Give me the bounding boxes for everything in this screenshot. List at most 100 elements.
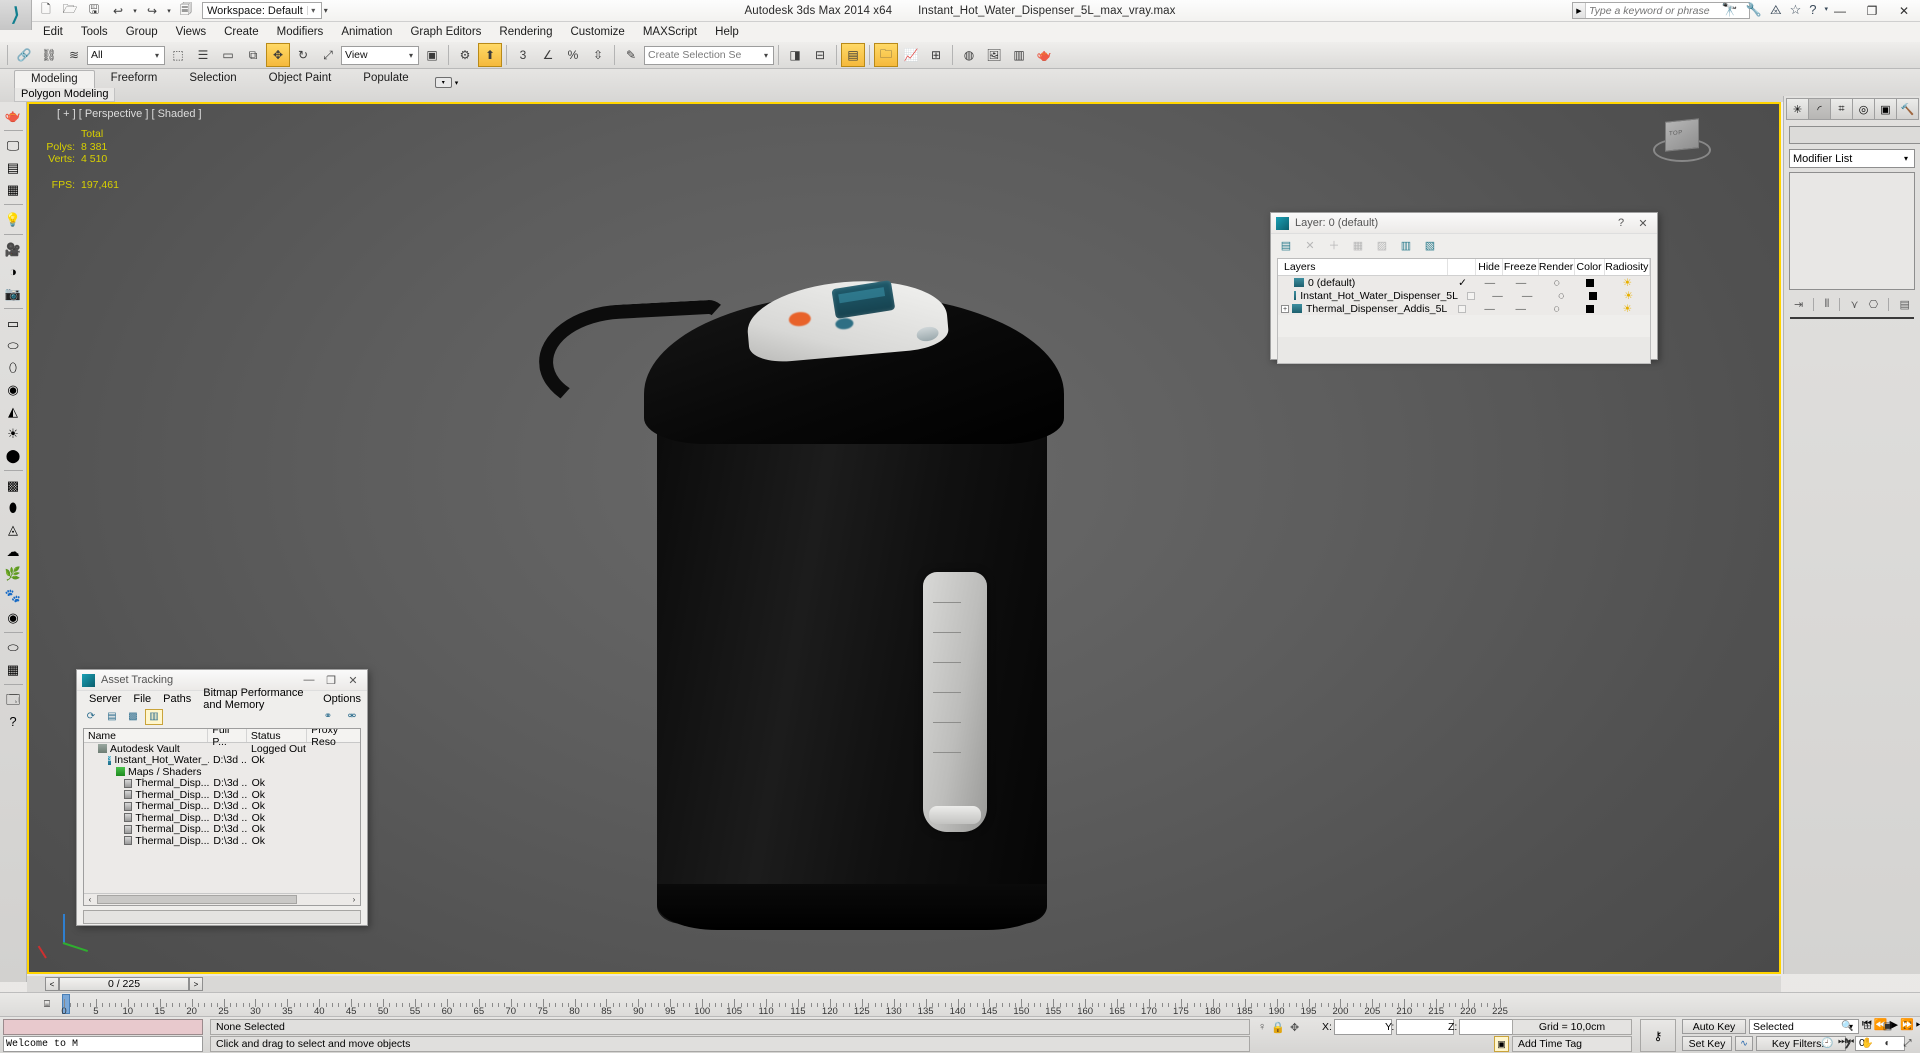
list-view-icon[interactable]: ▤ xyxy=(103,709,121,725)
layer-render-cell[interactable]: ◌ xyxy=(1539,302,1575,315)
vray-dome-camera-icon[interactable]: 📷 xyxy=(2,283,25,304)
table-row[interactable]: 3 Instant_Hot_Water_... D:\3d ... Ok xyxy=(84,754,360,766)
asset-horizontal-scrollbar[interactable]: ‹ › xyxy=(84,893,360,905)
open-mini-curve-editor-icon[interactable]: ⌸ xyxy=(36,996,58,1012)
vray-proxy-icon[interactable]: ▩ xyxy=(2,475,25,496)
select-object-icon[interactable]: ⬚ xyxy=(166,43,190,67)
scroll-right-icon[interactable]: › xyxy=(348,895,360,904)
ribbon-tab-modeling[interactable]: Modeling xyxy=(14,70,95,88)
scroll-left-icon[interactable]: ‹ xyxy=(84,895,96,904)
layer-col-hide[interactable]: Hide xyxy=(1476,259,1503,275)
vray-instancer-icon[interactable]: 🐾 xyxy=(2,585,25,606)
next-frame-button[interactable]: > xyxy=(189,977,203,991)
track-bar[interactable]: ⌸ 0 5 10 15 20 25 30 35 40 45 50 55 60 65 70 75 80 85 90 95… xyxy=(0,992,1920,1017)
zoom-region-icon[interactable]: ▣ xyxy=(1879,1019,1896,1034)
vray-material-editor-icon[interactable]: ▦ xyxy=(2,659,25,680)
use-pivot-point-center-icon[interactable]: ▣ xyxy=(420,43,444,67)
current-frame-display[interactable]: 0 / 225 xyxy=(59,977,189,991)
viewport-label[interactable]: [ + ] [ Perspective ] [ Shaded ] xyxy=(57,108,202,120)
configure-modifier-sets-icon[interactable]: ▤ xyxy=(1899,298,1909,311)
rectangular-selection-region-icon[interactable]: ▭ xyxy=(216,43,240,67)
water-dispenser-3d-object[interactable] xyxy=(536,254,1099,954)
render-setup-icon[interactable]: 🖼 xyxy=(982,43,1006,67)
chevron-down-icon[interactable]: ▾ xyxy=(455,79,459,87)
zoom-icon[interactable]: 🔍 xyxy=(1839,1019,1856,1034)
layer-current-check[interactable] xyxy=(1448,302,1476,315)
asset-menu-options[interactable]: Options xyxy=(317,692,367,706)
vray-displacement-icon[interactable]: ◬ xyxy=(2,519,25,540)
new-file-icon[interactable]: 🗋 xyxy=(34,0,58,23)
remove-modifier-icon[interactable]: ⎔ xyxy=(1869,298,1879,311)
layer-freeze-cell[interactable]: — xyxy=(1503,302,1539,315)
rendered-frame-window-icon[interactable]: ▥ xyxy=(1007,43,1031,67)
ribbon-tab-freeform[interactable]: Freeform xyxy=(95,70,174,88)
undo-icon[interactable]: ↩ xyxy=(106,0,130,23)
refresh-icon[interactable]: ⟳ xyxy=(82,709,100,725)
align-icon[interactable]: ⊟ xyxy=(808,43,832,67)
table-row[interactable]: Thermal_Disp... D:\3d ... Ok xyxy=(84,812,360,824)
unlink-selection-icon[interactable]: ⛓ xyxy=(37,43,61,67)
link-network-icon[interactable]: ⨻ xyxy=(1770,3,1782,17)
isolate-selection-icon[interactable]: ♀ xyxy=(1258,1021,1266,1033)
select-by-name-icon[interactable]: ☰ xyxy=(191,43,215,67)
minimize-button[interactable]: — xyxy=(1824,0,1856,22)
vray-camera-icon[interactable]: 🎥 xyxy=(2,239,25,260)
table-row[interactable]: Thermal_Disp... D:\3d ... Ok xyxy=(84,835,360,847)
binoculars-icon[interactable]: 🔭 xyxy=(1722,3,1738,17)
layer-freeze-cell[interactable]: — xyxy=(1503,276,1539,289)
modifier-list-combo[interactable]: Modifier List ▾ xyxy=(1789,149,1915,168)
layer-radiosity-cell[interactable]: ☀ xyxy=(1605,302,1650,315)
highlight-selected-objects-icon[interactable]: ▨ xyxy=(1372,236,1392,254)
redo-icon[interactable]: ↪ xyxy=(140,0,164,23)
schematic-view-icon[interactable]: ⊞ xyxy=(924,43,948,67)
orbit-icon[interactable]: ◐ xyxy=(1879,1036,1896,1051)
menu-views[interactable]: Views xyxy=(167,24,215,40)
vray-light-lister-icon[interactable]: 💡 xyxy=(2,209,25,230)
scrollbar-thumb[interactable] xyxy=(97,895,297,904)
vray-batch-render-icon[interactable]: 🗔 xyxy=(2,689,25,710)
curve-editor-icon[interactable]: 📈 xyxy=(899,43,923,67)
select-and-move-icon[interactable]: ✥ xyxy=(266,43,290,67)
material-editor-icon[interactable]: ◍ xyxy=(957,43,981,67)
key-mode-toggle-icon[interactable]: ⚷ xyxy=(1640,1019,1676,1052)
vray-physical-camera-icon[interactable]: ◑ xyxy=(2,261,25,282)
asset-tracking-dialog[interactable]: Asset Tracking — ❐ ✕ Server File Paths B… xyxy=(76,669,368,926)
add-to-layer-icon[interactable]: ＋ xyxy=(1324,236,1344,254)
close-button[interactable]: ✕ xyxy=(1888,0,1920,22)
open-file-icon[interactable]: 🗁 xyxy=(58,0,82,23)
table-row[interactable]: Instant_Hot_Water_Dispenser_5L — — ◌ ☀ xyxy=(1278,289,1650,302)
asset-menu-file[interactable]: File xyxy=(127,692,157,706)
percent-snap-icon[interactable]: % xyxy=(561,43,585,67)
menu-maxscript[interactable]: MAXScript xyxy=(634,24,706,40)
vray-teapot-icon[interactable]: 🫖 xyxy=(2,105,25,126)
vray-fur-icon[interactable]: 🌿 xyxy=(2,563,25,584)
pin-stack-icon[interactable]: ⇥ xyxy=(1794,298,1803,311)
menu-tools[interactable]: Tools xyxy=(72,24,117,40)
chevron-down-icon[interactable]: ▾ xyxy=(1898,154,1914,163)
vray-render-elements-icon[interactable]: ▦ xyxy=(2,179,25,200)
vray-sun-icon[interactable]: ☀ xyxy=(2,423,25,444)
bind-to-space-warp-icon[interactable]: ≋ xyxy=(62,43,86,67)
layer-color-cell[interactable] xyxy=(1575,302,1605,315)
select-and-scale-icon[interactable]: ⤢ xyxy=(316,43,340,67)
asset-grid[interactable]: Name Full P... Status Proxy Reso Autodes… xyxy=(83,728,361,906)
vray-frame-buffer-icon[interactable]: 🖵 xyxy=(2,135,25,156)
table-row[interactable]: Thermal_Disp... D:\3d ... Ok xyxy=(84,777,360,789)
named-selection-set-combo[interactable]: Create Selection Se ▾ xyxy=(644,45,774,65)
table-row[interactable]: Thermal_Disp... D:\3d ... Ok xyxy=(84,789,360,801)
menu-modifiers[interactable]: Modifiers xyxy=(268,24,333,40)
vray-sphere-light-icon[interactable]: ⬯ xyxy=(2,357,25,378)
chevron-down-icon[interactable]: ▾ xyxy=(306,6,319,15)
z-coordinate-input[interactable] xyxy=(1459,1019,1518,1035)
ribbon-tab-object-paint[interactable]: Object Paint xyxy=(253,70,348,88)
asset-col-name[interactable]: Name xyxy=(84,729,209,742)
chevron-down-icon[interactable]: ▾ xyxy=(759,51,773,60)
modifier-stack[interactable] xyxy=(1789,172,1915,290)
tab-display[interactable]: ▣ xyxy=(1874,98,1897,120)
layer-dialog[interactable]: Layer: 0 (default) ? ✕ ▤ ✕ ＋ ▦ ▨ ▥ ▧ Lay… xyxy=(1270,212,1658,364)
workspace-selector[interactable]: Workspace: Default ▾ xyxy=(202,2,322,19)
field-of-view-icon[interactable]: ❯ xyxy=(1839,1036,1856,1051)
ribbon-options-dropdown[interactable]: ▾ ▾ xyxy=(434,77,459,88)
layer-hide-cell[interactable]: — xyxy=(1485,289,1510,302)
y-coordinate-input[interactable] xyxy=(1396,1019,1455,1035)
